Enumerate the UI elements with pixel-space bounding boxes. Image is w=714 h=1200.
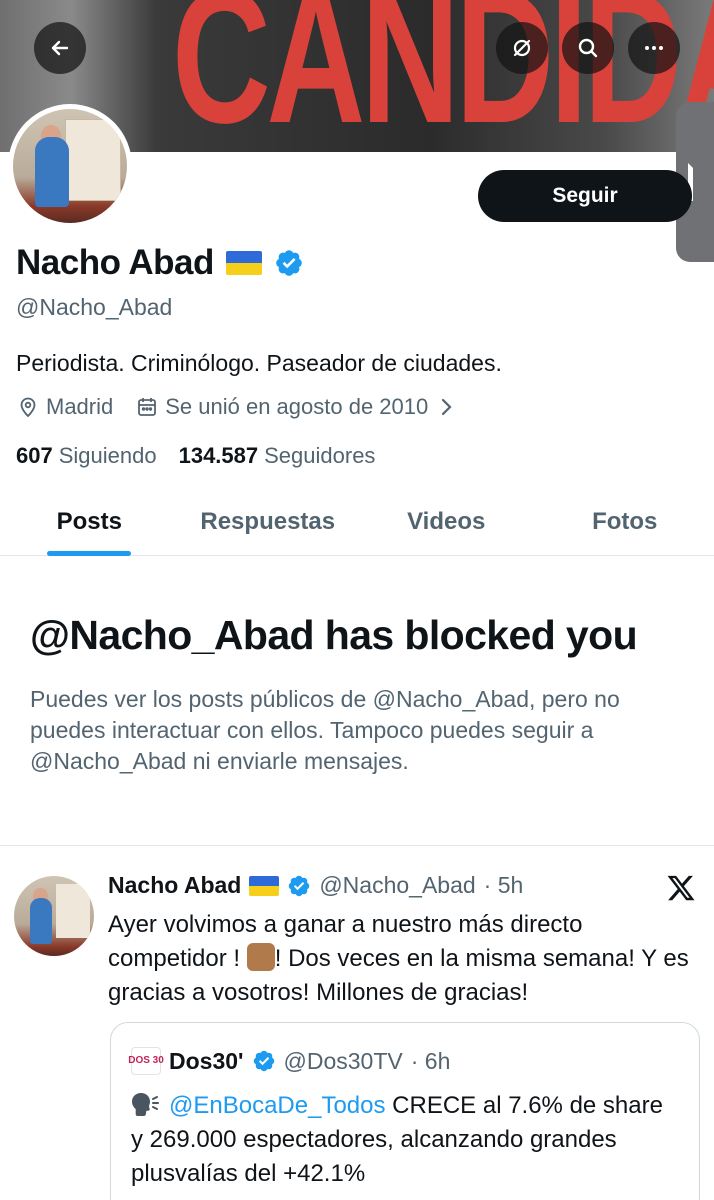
profile-bio: Periodista. Criminólogo. Paseador de ciu…: [16, 350, 502, 376]
post-author-handle[interactable]: @Nacho_Abad: [319, 872, 475, 899]
post-time: · 5h: [483, 872, 524, 898]
following-count[interactable]: 607: [16, 443, 53, 469]
quote-header: DOS 30 Dos30' @Dos30TV · 6h: [128, 1047, 451, 1075]
divider: [0, 845, 714, 846]
calendar-icon: [138, 398, 157, 416]
tab-posts[interactable]: Posts: [0, 488, 179, 555]
arrow-left-icon: [51, 40, 69, 56]
grok-button[interactable]: [496, 22, 548, 74]
profile-name: Nacho Abad: [16, 243, 214, 282]
blocked-description: Puedes ver los posts públicos de @Nacho_…: [30, 686, 620, 774]
tab-videos[interactable]: Videos: [357, 488, 536, 555]
tab-replies[interactable]: Respuestas: [179, 488, 358, 555]
profile-avatar[interactable]: [8, 104, 132, 228]
ukraine-flag-icon: [249, 875, 280, 896]
banner-text: CANDIDATO: [172, 0, 714, 152]
quoted-post[interactable]: DOS 30 Dos30' @Dos30TV · 6h @EnBocaDe_To…: [110, 1022, 700, 1200]
follow-button[interactable]: Seguir: [478, 170, 692, 222]
back-button[interactable]: [34, 22, 86, 74]
search-icon: [578, 38, 598, 58]
join-date-link[interactable]: Se unió en agosto de 2010: [135, 394, 458, 420]
grok-icon: [513, 39, 531, 57]
location-pin-icon: [20, 397, 36, 418]
verified-badge-icon: [289, 875, 310, 896]
blocked-title: @Nacho_Abad has blocked you: [30, 612, 638, 658]
followers-label[interactable]: Seguidores: [264, 443, 375, 469]
quote-author-handle: @Dos30TV: [283, 1047, 403, 1074]
profile-name-row: Nacho Abad: [16, 243, 304, 283]
post-author-name[interactable]: Nacho Abad: [108, 872, 241, 899]
verified-badge-icon[interactable]: [274, 248, 304, 278]
profile-tabs: Posts Respuestas Videos Fotos: [0, 488, 714, 556]
chevron-right-icon: [442, 398, 452, 416]
more-options-button[interactable]: [628, 22, 680, 74]
tab-photos[interactable]: Fotos: [536, 488, 714, 555]
post-avatar[interactable]: [14, 876, 94, 956]
mention-link[interactable]: @EnBocaDe_Todos: [169, 1092, 386, 1119]
profile-meta: Madrid Se unió en agosto de 2010: [16, 394, 480, 420]
quote-author-name: Dos30': [169, 1047, 244, 1074]
quote-text: @EnBocaDe_Todos CRECE al 7.6% de share y…: [131, 1092, 663, 1187]
ukraine-flag-icon: [225, 251, 262, 275]
follow-stats: 607 Siguiendo 134.587 Seguidores: [16, 443, 397, 469]
location: Madrid: [16, 394, 113, 420]
post-text: Ayer volvimos a ganar a nuestro más dire…: [108, 911, 689, 1006]
search-button[interactable]: [562, 22, 614, 74]
quote-time: · 6h: [410, 1047, 451, 1074]
verified-badge-icon: [253, 1050, 274, 1072]
post-header: Nacho Abad @Nacho_Abad · 5h: [108, 872, 523, 899]
more-horizontal-icon: [645, 46, 663, 50]
profile-handle: @Nacho_Abad: [16, 294, 173, 320]
dos30-logo-icon: DOS 30: [128, 1047, 164, 1075]
x-logo-icon: [667, 875, 695, 901]
flexed-biceps-emoji-icon: [246, 943, 275, 971]
followers-count[interactable]: 134.587: [179, 443, 259, 469]
speaking-head-icon: [132, 1093, 159, 1116]
following-label[interactable]: Siguiendo: [59, 443, 157, 469]
